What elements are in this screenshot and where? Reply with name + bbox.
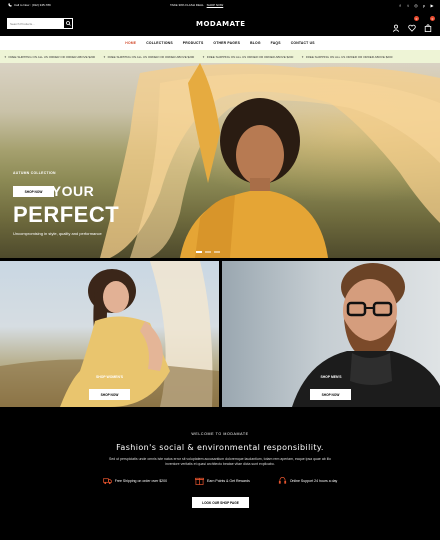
nav-other-pages[interactable]: OTHER PAGES <box>213 41 240 45</box>
star-icon: ✦ <box>4 54 7 59</box>
feature-label: Free Shipping on order over $200 <box>114 478 168 483</box>
feature-item: Free Shipping on order over $200 <box>102 476 168 485</box>
feature-list: Free Shipping on order over $200 Earn Po… <box>0 476 440 485</box>
category-women[interactable]: SHOP WOMEN'S SHOP NOW <box>0 261 219 407</box>
welcome-section: WELCOME TO MODAMATE Fashion's social & e… <box>0 407 440 540</box>
feature-label: Earn Points & Get Rewards <box>207 478 250 483</box>
shipping-marquee: ✦ FREE SHIPPING ON ALL US ORDER OR ORDER … <box>0 50 440 63</box>
header-icons: 0 0 <box>392 16 435 32</box>
gift-icon <box>195 477 204 485</box>
welcome-heading: Fashion's social & environmental respons… <box>116 443 324 452</box>
slider-dot[interactable] <box>196 251 202 253</box>
hero-label: AUTUMN COLLECTION <box>13 171 56 175</box>
star-icon: ✦ <box>202 54 205 59</box>
wishlist-count-badge: 0 <box>414 16 419 21</box>
bag-icon <box>424 24 432 32</box>
phone-icon <box>8 3 12 7</box>
look-shop-button[interactable]: LOOK OUR SHOP PAGE <box>192 497 249 508</box>
nav-blog[interactable]: BLOG <box>250 41 261 45</box>
cart-button[interactable]: 0 <box>424 16 435 32</box>
category-men[interactable]: SHOP MEN'S SHOP NOW <box>222 261 440 407</box>
women-shop-button[interactable]: SHOP NOW <box>89 389 130 400</box>
pinterest-icon[interactable]: p <box>422 3 426 8</box>
main-nav: HOME COLLECTIONS PRODUCTS OTHER PAGES BL… <box>0 36 440 50</box>
instagram-icon[interactable]: ◎ <box>414 3 418 8</box>
slider-dot[interactable] <box>214 251 220 253</box>
header: MODAMATE 0 0 <box>0 12 440 36</box>
nav-collections[interactable]: COLLECTIONS <box>146 41 173 45</box>
men-category-title: SHOP MEN'S <box>320 375 342 379</box>
facebook-icon[interactable]: f <box>398 3 402 8</box>
promo-shop-link[interactable]: SHOP NOW <box>207 3 224 7</box>
feature-item: Online Support 24 hours a day <box>278 476 337 485</box>
hero-banner: AUTUMN COLLECTION FIND YOUR PERFECT Unco… <box>0 63 440 258</box>
men-category-image <box>292 263 440 407</box>
user-icon <box>392 24 400 32</box>
women-category-title: SHOP WOMEN'S <box>96 375 123 379</box>
hero-shop-button[interactable]: SHOP NOW <box>13 186 54 197</box>
marquee-text: FREE SHIPPING ON ALL US ORDER OR ORDER A… <box>107 54 195 59</box>
account-button[interactable] <box>392 19 400 32</box>
call-info: Call to Now : (012) 345-789 <box>8 3 51 7</box>
call-text: Call to Now : (012) 345-789 <box>14 3 51 7</box>
slider-dots <box>196 251 220 253</box>
star-icon: ✦ <box>103 54 106 59</box>
search-icon <box>65 21 71 26</box>
cart-count-badge: 0 <box>430 16 435 21</box>
marquee-text: FREE SHIPPING ON ALL US ORDER OR ORDER A… <box>305 54 393 59</box>
youtube-icon[interactable]: ▶ <box>430 3 434 8</box>
nav-home[interactable]: HOME <box>125 41 136 45</box>
feature-label: Online Support 24 hours a day <box>289 478 338 483</box>
feature-item: Earn Points & Get Rewards <box>195 476 250 485</box>
promo: TAKE 30% FLASH DEAL SHOP NOW <box>170 3 223 7</box>
search-bar <box>7 18 73 29</box>
hero-image <box>100 63 440 258</box>
truck-icon <box>102 478 112 485</box>
marquee-item: ✦ FREE SHIPPING ON ALL US ORDER OR ORDER … <box>103 55 194 59</box>
welcome-paragraph: Sed ut perspiciatis unde omnis iste natu… <box>109 457 331 466</box>
support-icon <box>278 476 286 484</box>
search-input[interactable] <box>7 18 63 29</box>
marquee-text: FREE SHIPPING ON ALL US ORDER OR ORDER A… <box>8 54 96 59</box>
promo-text: TAKE 30% FLASH DEAL <box>170 3 204 7</box>
slider-dot[interactable] <box>205 251 211 253</box>
star-icon: ✦ <box>301 54 304 59</box>
nav-products[interactable]: PRODUCTS <box>183 41 204 45</box>
nav-contact[interactable]: CONTACT US <box>291 41 315 45</box>
site-logo[interactable]: MODAMATE <box>196 20 246 28</box>
twitter-icon[interactable]: t <box>406 3 410 8</box>
marquee-item: ✦ FREE SHIPPING ON ALL US ORDER OR ORDER … <box>301 55 392 59</box>
marquee-item: ✦ FREE SHIPPING ON ALL US ORDER OR ORDER … <box>202 55 293 59</box>
search-button[interactable] <box>63 18 73 29</box>
hero-subtitle: Uncompromising in style, quality and per… <box>13 231 102 236</box>
heart-icon <box>408 24 416 32</box>
hero-title-line2: PERFECT <box>13 202 120 227</box>
marquee-text: FREE SHIPPING ON ALL US ORDER OR ORDER A… <box>206 54 294 59</box>
marquee-item: ✦ FREE SHIPPING ON ALL US ORDER OR ORDER … <box>4 55 95 59</box>
top-bar: Call to Now : (012) 345-789 TAKE 30% FLA… <box>0 0 440 12</box>
social-links: f t ◎ p ▶ <box>398 3 434 8</box>
women-category-image <box>0 261 219 407</box>
men-shop-button[interactable]: SHOP NOW <box>310 389 351 400</box>
welcome-kicker: WELCOME TO MODAMATE <box>191 432 249 436</box>
nav-faqs[interactable]: FAQS <box>271 41 281 45</box>
wishlist-button[interactable]: 0 <box>408 16 419 32</box>
